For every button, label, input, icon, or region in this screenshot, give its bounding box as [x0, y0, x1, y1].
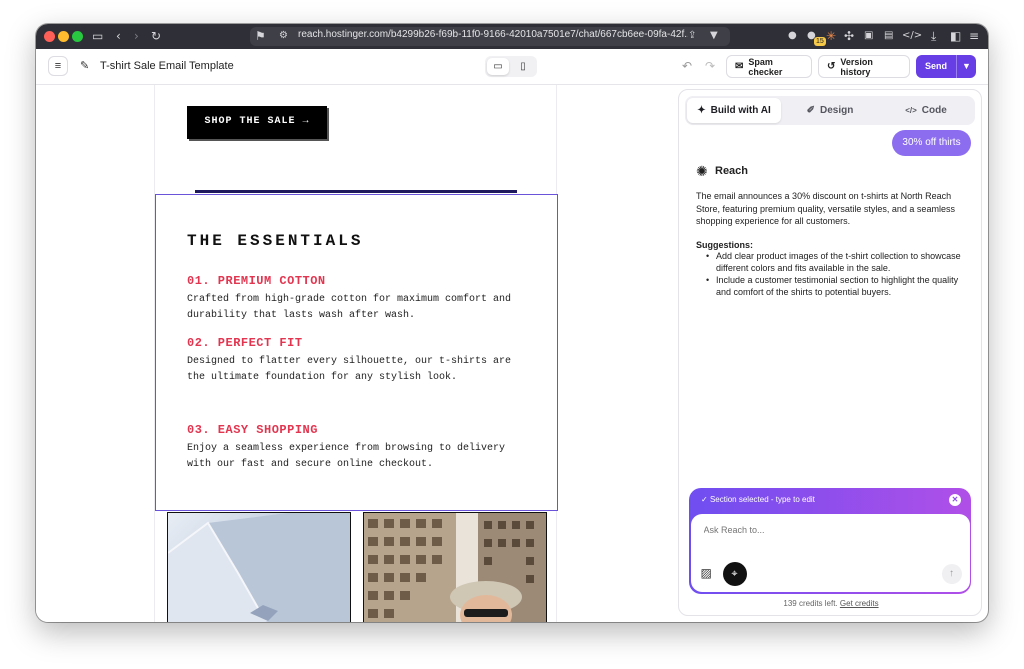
brush-icon: ✐ — [806, 105, 816, 116]
pencil-icon[interactable]: ✎ — [80, 59, 89, 72]
feature-description: Crafted from high-grade cotton for maxim… — [187, 294, 512, 321]
composer-body: ▨ ⌖ ↑ — [690, 514, 970, 592]
download-icon[interactable]: ⤓ — [931, 28, 936, 44]
tab-label: Build with AI — [710, 105, 771, 116]
get-credits-link[interactable]: Get credits — [840, 599, 879, 608]
bullet: • — [706, 251, 710, 261]
composer-status-text: Section selected - type to edit — [709, 495, 815, 504]
document-title[interactable]: T-shirt Sale Email Template — [100, 60, 234, 72]
code-icon: </> — [905, 106, 917, 115]
product-image-fabric[interactable] — [167, 512, 351, 622]
tab-design[interactable]: ✐ Design — [783, 98, 877, 123]
assistant-name: Reach — [715, 165, 749, 177]
send-button-group: Send ▼ — [916, 55, 976, 78]
reach-logo-icon: ✺ — [696, 163, 708, 179]
ai-panel: ✦ Build with AI ✐ Design </> Code 30% of… — [678, 89, 982, 616]
credits-text: 139 credits left. — [783, 599, 838, 608]
prompt-composer: ✓ Section selected - type to edit ✕ ▨ ⌖ … — [689, 488, 971, 594]
feature-title: 02. PERFECT FIT — [187, 336, 303, 350]
tab-build-with-ai[interactable]: ✦ Build with AI — [687, 98, 781, 123]
email-canvas[interactable]: SHOP THE SALE → THE ESSENTIALS 01. PREMI… — [36, 85, 677, 622]
extension-icon[interactable]: ● — [788, 28, 797, 44]
bookmark-icon[interactable]: ⚑ — [255, 28, 266, 44]
section-divider — [195, 190, 517, 193]
tab-label: Design — [820, 105, 854, 116]
close-icon[interactable]: ✕ — [949, 494, 961, 506]
send-button[interactable]: Send — [916, 55, 956, 78]
history-icon: ↺ — [827, 61, 836, 72]
forward-icon[interactable]: › — [134, 28, 139, 44]
undo-icon[interactable]: ↶ — [682, 59, 692, 73]
hamburger-icon: ≡ — [54, 60, 62, 72]
selected-section[interactable]: THE ESSENTIALS 01. PREMIUM COTTON Crafte… — [155, 194, 558, 511]
prompt-input[interactable] — [703, 525, 954, 535]
user-message: 30% off thirts — [892, 130, 971, 156]
zoom-window-button[interactable] — [72, 31, 83, 42]
url-text[interactable]: reach.hostinger.com/b4299b26-f69b-11f0-9… — [298, 29, 688, 40]
email-preview: SHOP THE SALE → THE ESSENTIALS 01. PREMI… — [154, 85, 558, 622]
feature-description: Enjoy a seamless experience from browsin… — [187, 443, 506, 470]
minimize-window-button[interactable] — [58, 31, 69, 42]
select-element-button[interactable]: ⌖ — [722, 562, 747, 586]
building-model-illustration — [364, 513, 546, 622]
cursor-click-icon: ⌖ — [731, 568, 738, 580]
share-icon[interactable]: ⇪ — [688, 28, 696, 44]
sidebar-toggle-icon[interactable]: ▭ — [92, 28, 103, 44]
submit-prompt-button[interactable]: ↑ — [941, 564, 962, 584]
extension-icon[interactable]: ▤ — [884, 28, 893, 44]
spam-checker-label: Spam checker — [748, 56, 783, 77]
version-history-button[interactable]: ↺ Version history — [818, 55, 910, 78]
spam-checker-button[interactable]: ✉ Spam checker — [726, 55, 812, 78]
version-history-label: Version history — [840, 56, 873, 77]
fabric-illustration — [168, 513, 350, 622]
suggestion-item: Add clear product images of the t-shirt … — [716, 251, 961, 273]
mobile-view-button[interactable]: ▯ — [512, 58, 534, 75]
feature-title: 01. PREMIUM COTTON — [187, 274, 326, 288]
composer-status: ✓ Section selected - type to edit — [701, 495, 815, 504]
browser-window: ▭ ‹ › ↻ ⚑ ⚙ reach.hostinger.com/b4299b26… — [36, 24, 988, 622]
credits-info: 139 credits left. Get credits — [679, 599, 981, 608]
app-toolbar: ≡ ✎ T-shirt Sale Email Template ▭ ▯ ↶ ↷ … — [36, 49, 988, 85]
brave-shield-icon[interactable]: ▼ — [710, 28, 718, 44]
feature-title: 03. EASY SHOPPING — [187, 423, 318, 437]
back-icon[interactable]: ‹ — [116, 28, 121, 44]
extension-icon[interactable]: ✳ — [826, 28, 836, 44]
reload-icon[interactable]: ↻ — [151, 28, 161, 44]
section-title: THE ESSENTIALS — [187, 232, 364, 250]
phone-icon: ▯ — [520, 61, 526, 72]
code-icon[interactable]: </> — [902, 28, 922, 44]
site-settings-icon[interactable]: ⚙ — [279, 28, 288, 44]
shop-sale-button[interactable]: SHOP THE SALE → — [187, 106, 327, 139]
device-preview-toggle: ▭ ▯ — [485, 56, 537, 77]
monitor-icon: ▭ — [493, 61, 503, 72]
menu-button[interactable]: ≡ — [48, 56, 68, 76]
arrow-up-icon: ↑ — [949, 568, 954, 579]
tab-code[interactable]: </> Code — [879, 98, 973, 123]
panel-tabs: ✦ Build with AI ✐ Design </> Code — [685, 96, 975, 125]
image-upload-icon[interactable]: ▨ — [701, 566, 717, 582]
extension-icon[interactable]: ▣ — [864, 28, 873, 44]
bullet: • — [706, 275, 710, 285]
menu-icon[interactable]: ≡ — [969, 28, 979, 44]
suggestion-item: Include a customer testimonial section t… — [716, 275, 959, 297]
puzzle-icon[interactable]: ✣ — [844, 28, 854, 44]
feature-description: Designed to flatter every silhouette, ou… — [187, 356, 512, 383]
check-icon: ✓ — [701, 495, 708, 504]
sidebar-icon[interactable]: ◧ — [950, 28, 961, 44]
extension-badge: 15 — [814, 37, 826, 46]
chevron-down-icon[interactable]: ▼ — [956, 55, 976, 78]
redo-icon[interactable]: ↷ — [705, 59, 715, 73]
desktop-view-button[interactable]: ▭ — [487, 58, 509, 75]
sparkle-icon: ✦ — [697, 105, 706, 116]
browser-chrome: ▭ ‹ › ↻ ⚑ ⚙ reach.hostinger.com/b4299b26… — [36, 24, 988, 49]
mail-icon: ✉ — [735, 61, 744, 72]
assistant-message: The email announces a 30% discount on t-… — [696, 191, 955, 226]
product-image-model[interactable] — [363, 512, 547, 622]
tab-label: Code — [921, 105, 947, 116]
suggestions-title: Suggestions: — [696, 240, 754, 250]
close-window-button[interactable] — [44, 31, 55, 42]
